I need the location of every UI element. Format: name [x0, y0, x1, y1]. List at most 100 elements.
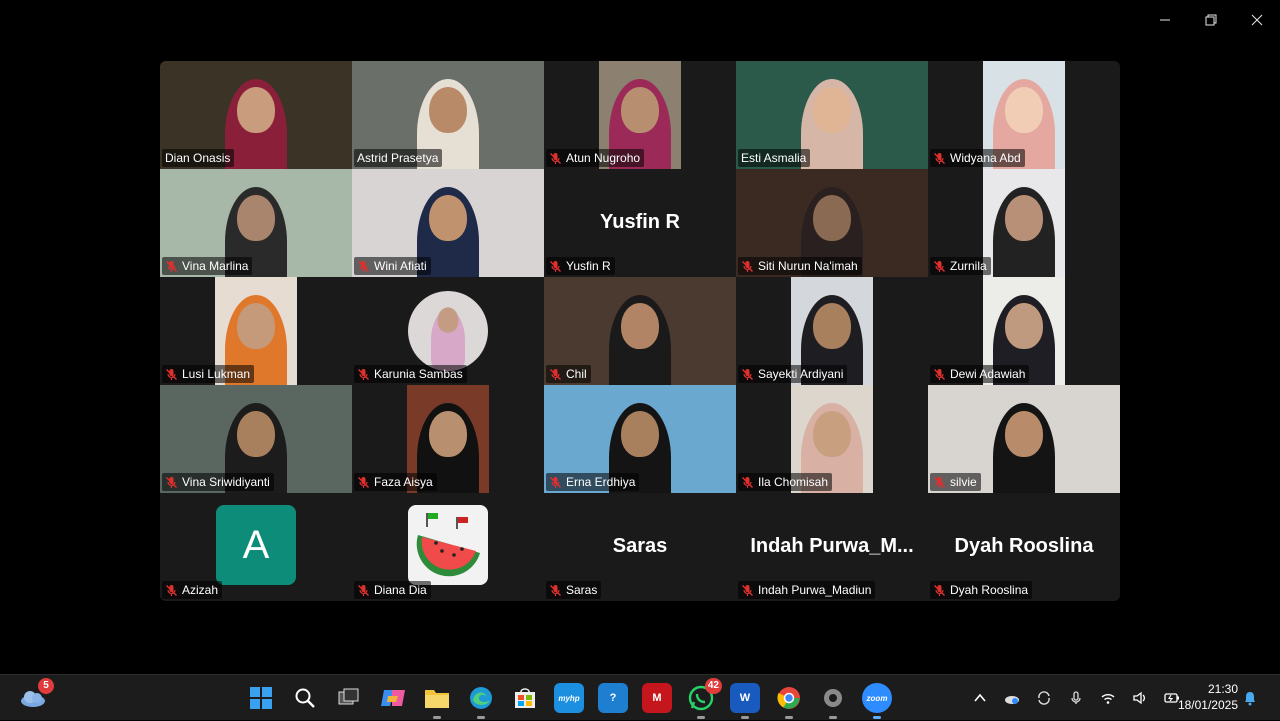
muted-microphone-icon — [933, 476, 946, 489]
participant-name: Sayekti Ardiyani — [758, 367, 844, 381]
participant-tile[interactable]: Faza Aisya — [352, 385, 544, 493]
participant-display-name: Dyah Rooslina — [954, 535, 1094, 557]
word-label: W — [739, 692, 751, 704]
participant-video — [408, 291, 488, 371]
participant-tile[interactable]: silvie — [928, 385, 1120, 493]
running-indicator — [433, 716, 441, 719]
participant-name: Karunia Sambas — [374, 367, 463, 381]
store-icon[interactable] — [510, 683, 540, 713]
gallery-view: Dian Onasis Astrid Prasetya Atun Nugroho Es… — [160, 61, 1120, 601]
word-icon[interactable]: W — [730, 683, 760, 719]
running-indicator — [873, 716, 881, 719]
volume-icon[interactable] — [1124, 690, 1156, 706]
sync-icon[interactable] — [1028, 690, 1060, 706]
copilot-icon[interactable] — [378, 683, 408, 713]
muted-microphone-icon — [549, 476, 562, 489]
participant-name-tag: Astrid Prasetya — [354, 149, 443, 167]
search-icon[interactable] — [290, 683, 320, 713]
muted-microphone-icon — [549, 368, 562, 381]
chrome-icon[interactable] — [774, 683, 804, 719]
participant-tile[interactable]: Esti Asmalia — [736, 61, 928, 169]
mcafee-label: M — [652, 692, 662, 704]
participant-tile[interactable]: Vina Marlina — [160, 169, 352, 277]
participant-name: Dian Onasis — [165, 151, 231, 165]
participant-tile[interactable]: Vina Sriwidiyanti — [160, 385, 352, 493]
participant-tile[interactable]: Siti Nurun Na'imah — [736, 169, 928, 277]
help-label: ? — [609, 692, 617, 704]
participant-tile[interactable]: A Azizah — [160, 493, 352, 601]
whatsapp-icon[interactable]: 42 — [686, 678, 722, 719]
participant-tile[interactable]: Wini Afiati — [352, 169, 544, 277]
participant-name-tag: Atun Nugroho — [546, 149, 645, 167]
muted-microphone-icon — [933, 368, 946, 381]
participant-tile[interactable]: Ila Chomisah — [736, 385, 928, 493]
participant-tile[interactable]: Widyana Abd — [928, 61, 1120, 169]
participant-display-name: Saras — [612, 535, 668, 557]
muted-microphone-icon — [549, 260, 562, 273]
task-view-icon[interactable] — [334, 683, 364, 713]
muted-microphone-icon — [165, 476, 178, 489]
onedrive-icon[interactable] — [996, 690, 1028, 706]
participant-tile[interactable]: Karunia Sambas — [352, 277, 544, 385]
participant-display-name: Yusfin R — [599, 211, 680, 233]
participant-tile[interactable]: Lusi Lukman — [160, 277, 352, 385]
muted-microphone-icon — [357, 584, 370, 597]
mcafee-icon[interactable]: M — [642, 683, 672, 713]
participant-tile[interactable]: Indah Purwa_M... Indah Purwa_Madiun — [736, 493, 928, 601]
myhp-icon[interactable]: myhp — [554, 683, 584, 713]
participant-tile[interactable]: Sayekti Ardiyani — [736, 277, 928, 385]
participant-tile[interactable]: Dian Onasis — [160, 61, 352, 169]
participant-name: Zurnila — [950, 259, 987, 273]
chevron-up-icon[interactable] — [964, 690, 996, 706]
participant-name: Atun Nugroho — [566, 151, 641, 165]
microphone-icon[interactable] — [1060, 690, 1092, 706]
windows-icon[interactable] — [246, 683, 276, 713]
running-indicator — [477, 716, 485, 719]
help-icon[interactable]: ? — [598, 683, 628, 713]
participant-tile[interactable]: Yusfin R Yusfin R — [544, 169, 736, 277]
wifi-icon[interactable] — [1092, 690, 1124, 706]
participant-tile[interactable]: Zurnila — [928, 169, 1120, 277]
settings-icon[interactable] — [818, 683, 848, 719]
participant-name: Indah Purwa_Madiun — [758, 583, 872, 597]
restore-icon[interactable] — [1188, 0, 1234, 40]
folder-icon[interactable] — [422, 683, 452, 719]
participant-tile[interactable]: Dewi Adawiah — [928, 277, 1120, 385]
participant-name: Saras — [566, 583, 598, 597]
participant-name: Ila Chomisah — [758, 475, 829, 489]
participant-tile[interactable]: Chil — [544, 277, 736, 385]
participant-name: Astrid Prasetya — [357, 151, 439, 165]
window-controls — [1142, 0, 1280, 40]
zoom-label: zoom — [866, 693, 888, 703]
participant-name: Vina Sriwidiyanti — [182, 475, 270, 489]
muted-microphone-icon — [933, 584, 946, 597]
participant-name-tag: Wini Afiati — [354, 257, 431, 275]
participant-name-tag: Ila Chomisah — [738, 473, 833, 491]
participant-name: Azizah — [182, 583, 219, 597]
participant-video — [983, 169, 1065, 277]
minimize-icon[interactable] — [1142, 0, 1188, 40]
clock[interactable]: 21:30 18/01/2025 — [1178, 681, 1238, 713]
muted-microphone-icon — [165, 584, 178, 597]
zoom-icon[interactable]: zoom — [862, 683, 892, 719]
participant-tile[interactable]: Erna Erdhiya — [544, 385, 736, 493]
close-icon[interactable] — [1234, 0, 1280, 40]
participant-tile[interactable]: Diana Dia — [352, 493, 544, 601]
clock-time: 21:30 — [1207, 682, 1238, 696]
participant-name-tag: Indah Purwa_Madiun — [738, 581, 876, 599]
participant-tile[interactable]: Saras Saras — [544, 493, 736, 601]
participant-tile[interactable]: Astrid Prasetya — [352, 61, 544, 169]
muted-microphone-icon — [357, 368, 370, 381]
participant-name: Vina Marlina — [182, 259, 249, 273]
participant-name: Siti Nurun Na'imah — [758, 259, 858, 273]
participant-tile[interactable]: Dyah Rooslina Dyah Rooslina — [928, 493, 1120, 601]
muted-microphone-icon — [357, 476, 370, 489]
participant-tile[interactable]: Atun Nugroho — [544, 61, 736, 169]
participant-name: Chil — [566, 367, 587, 381]
edge-icon[interactable] — [466, 683, 496, 719]
participant-name: Wini Afiati — [374, 259, 427, 273]
weather-badge: 5 — [38, 678, 54, 694]
muted-microphone-icon — [741, 476, 754, 489]
weather-icon[interactable]: 5 — [18, 678, 54, 713]
notification-bell-icon[interactable] — [1238, 683, 1262, 713]
